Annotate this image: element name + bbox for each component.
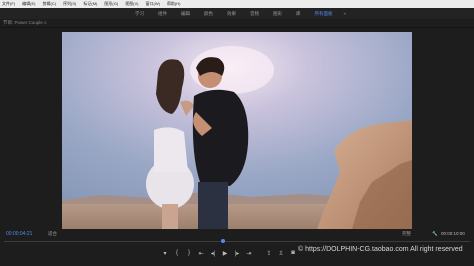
menu-graphics[interactable]: 图形(G) [104,1,118,7]
wrench-settings-icon[interactable]: 🔧 [432,231,438,237]
transport-info-row: 00:00:04:21 适合 完整 🔧 00:00:10:00 [0,229,474,238]
menu-window[interactable]: 窗口(W) [145,1,159,7]
workspace-more-icon[interactable]: » [343,11,346,16]
timeline-scrubber[interactable] [4,239,470,243]
man-torso [192,89,249,186]
zoom-fit-dropdown[interactable]: 适合 [48,231,57,237]
extract-icon[interactable]: ⇫ [276,248,286,258]
woman-legs [162,204,178,229]
transport-controls: ▾{} ⇤ ◂| ▶ |▸ ⇥ ⇪ ⇫ ◙ [160,248,300,258]
workspace-tab-learning[interactable]: 学习 [135,11,144,17]
menu-file[interactable]: 文件(F) [2,1,15,7]
menu-sequence[interactable]: 序列(S) [63,1,76,7]
play-icon[interactable]: ▶ [220,248,230,258]
mark-in-icon[interactable]: { [172,248,182,258]
duration-timecode: 00:00:10:00 [441,231,465,236]
menu-help[interactable]: 帮助(H) [167,1,181,7]
step-back-icon[interactable]: ◂| [208,248,218,258]
menu-view[interactable]: 视图(V) [125,1,138,7]
playhead[interactable] [221,239,225,243]
scrubber-track[interactable] [4,241,470,242]
workspace-bar: 学习 组件 编辑 颜色 效果 音频 图形 库 所有面板 » [0,8,474,19]
workspace-tab-effects[interactable]: 效果 [227,11,236,17]
workspace-tab-editing[interactable]: 编辑 [181,11,190,17]
menu-edit[interactable]: 编辑(E) [22,1,35,7]
workspace-tab-assembly[interactable]: 组件 [158,11,167,17]
workspace-tab-audio[interactable]: 音频 [250,11,259,17]
program-monitor-title[interactable]: 节目: Power Couple ≡ [3,20,47,26]
current-timecode[interactable]: 00:00:04:21 [6,231,32,237]
workspace-tab-color[interactable]: 颜色 [204,11,213,17]
program-monitor-viewer[interactable] [62,32,412,229]
program-monitor-header: 节目: Power Couple ≡ [0,19,474,28]
woman-torso [154,127,188,172]
mark-out-icon[interactable]: } [184,248,194,258]
workspace-tab-graphics[interactable]: 图形 [273,11,282,17]
step-forward-icon[interactable]: |▸ [232,248,242,258]
lift-icon[interactable]: ⇪ [264,248,274,258]
go-to-in-icon[interactable]: ⇤ [196,248,206,258]
man-legs [198,182,228,229]
workspace-tab-all-panels[interactable]: 所有面板 [314,11,332,17]
go-to-out-icon[interactable]: ⇥ [244,248,254,258]
menu-clip[interactable]: 剪辑(C) [42,1,56,7]
camera-icon[interactable]: ◙ [288,248,298,258]
playback-resolution-dropdown[interactable]: 完整 [402,231,411,237]
menu-markers[interactable]: 标记(M) [83,1,97,7]
workspace-tab-libraries[interactable]: 库 [296,11,301,17]
add-marker-icon[interactable]: ▾ [160,248,170,258]
video-frame [62,32,412,229]
menu-bar: 文件(F) 编辑(E) 剪辑(C) 序列(S) 标记(M) 图形(G) 视图(V… [0,0,474,8]
watermark-text: © https://DOLPHIN-CG.taobao.com All righ… [298,246,463,253]
